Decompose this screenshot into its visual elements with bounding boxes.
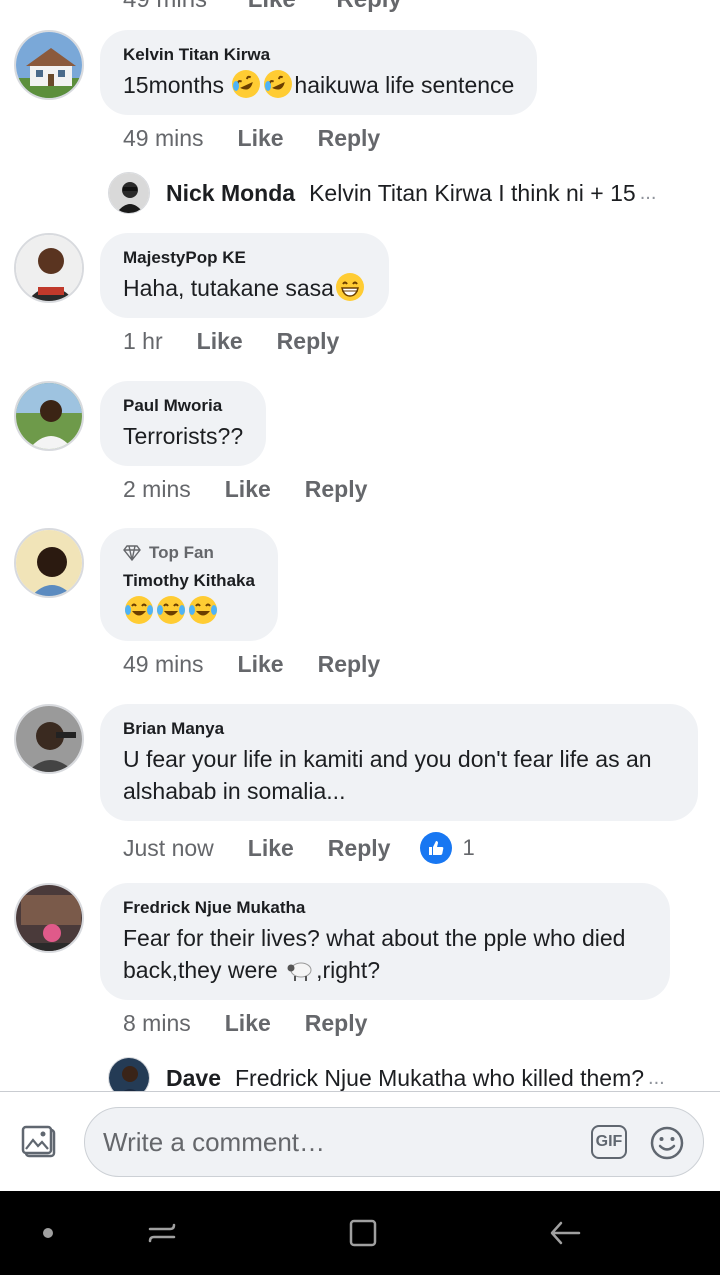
- system-nav-bar: [0, 1191, 720, 1275]
- recent-apps-icon[interactable]: [142, 1213, 182, 1253]
- comment-text: Terrorists??: [123, 423, 244, 449]
- tears-of-joy-emoji-icon: [189, 596, 217, 624]
- comment-bubble[interactable]: Fredrick Njue Mukatha Fear for their liv…: [100, 883, 670, 1000]
- reaction-summary[interactable]: 1: [420, 832, 475, 864]
- comment-text: [123, 595, 255, 627]
- home-icon[interactable]: [343, 1213, 383, 1253]
- comment-author[interactable]: MajestyPop KE: [123, 247, 366, 269]
- avatar[interactable]: [14, 30, 84, 100]
- timestamp: Just now: [123, 834, 214, 861]
- avatar[interactable]: [108, 172, 150, 214]
- reply-link[interactable]: Reply: [318, 125, 381, 152]
- comment-bubble[interactable]: Paul Mworia Terrorists??: [100, 381, 267, 466]
- avatar[interactable]: [14, 233, 84, 303]
- comment-composer: GIF: [0, 1091, 720, 1191]
- reply-text: Fredrick Njue Mukatha who killed them?: [234, 1064, 645, 1091]
- timestamp: 49 mins: [123, 0, 207, 13]
- comment-bubble[interactable]: Top Fan Timothy Kithaka: [100, 528, 278, 641]
- gif-button[interactable]: GIF: [591, 1125, 627, 1159]
- like-link[interactable]: Like: [197, 328, 243, 355]
- reply-ellipsis: ...: [648, 1066, 665, 1089]
- comment-input[interactable]: [103, 1122, 573, 1162]
- comment-text-start: 15months: [123, 72, 231, 98]
- comment-bubble[interactable]: Kelvin Titan Kirwa 15months haikuwa life…: [100, 30, 538, 115]
- avatar[interactable]: [108, 1057, 150, 1092]
- grin-emoji-icon: [335, 273, 364, 301]
- reply-preview[interactable]: Nick Monda Kelvin Titan Kirwa I think ni…: [108, 172, 708, 214]
- diamond-icon: [123, 545, 141, 561]
- timestamp: 1 hr: [123, 328, 163, 354]
- like-link[interactable]: Like: [225, 476, 271, 503]
- avatar[interactable]: [14, 528, 84, 598]
- rolling-laughing-emoji-icon: [264, 70, 293, 98]
- like-link[interactable]: Like: [238, 651, 284, 678]
- timestamp: 8 mins: [123, 1010, 191, 1036]
- timestamp: 49 mins: [123, 125, 204, 151]
- comment-text: Fear for their lives? what about the ppl…: [123, 922, 647, 986]
- avatar[interactable]: [14, 381, 84, 451]
- comment-actions: 8 mins Like Reply: [123, 1010, 367, 1037]
- photo-icon[interactable]: [20, 1122, 60, 1162]
- timestamp: 2 mins: [123, 476, 191, 502]
- comment-actions: 1 hr Like Reply: [123, 328, 339, 355]
- reply-link[interactable]: Reply: [305, 476, 368, 503]
- avatar[interactable]: [14, 883, 84, 953]
- comment-actions: 2 mins Like Reply: [123, 476, 367, 503]
- comment-text: 15months haikuwa life sentence: [123, 69, 514, 101]
- comment-actions: 49 mins Like Reply: [123, 125, 380, 152]
- comment-author[interactable]: Kelvin Titan Kirwa: [123, 44, 514, 66]
- smiley-icon[interactable]: [649, 1125, 685, 1161]
- thumbs-up-icon: [420, 832, 453, 864]
- tears-of-joy-emoji-icon: [157, 596, 185, 624]
- like-link[interactable]: Like: [238, 125, 284, 152]
- comment-text: U fear your life in kamiti and you don't…: [123, 746, 652, 804]
- sheep-emoji-icon: [286, 955, 314, 983]
- reply-link[interactable]: Reply: [328, 835, 391, 862]
- reply-text: Kelvin Titan Kirwa I think ni + 15: [309, 179, 636, 206]
- reply-preview[interactable]: Dave Fredrick Njue Mukatha who killed th…: [108, 1057, 708, 1092]
- like-link[interactable]: Like: [248, 835, 294, 862]
- comment-text-end: haikuwa life sentence: [294, 72, 515, 98]
- comment-author[interactable]: Paul Mworia: [123, 395, 243, 417]
- comment-input-container[interactable]: GIF: [84, 1107, 704, 1177]
- partial-action-row: 49 mins Like Reply: [123, 0, 436, 14]
- tears-of-joy-emoji-icon: [125, 596, 153, 624]
- comment-actions: 49 mins Like Reply: [123, 651, 380, 678]
- reaction-count: 1: [462, 835, 475, 860]
- reply-link[interactable]: Reply: [305, 1010, 368, 1037]
- comment-text-end: ,right?: [316, 957, 381, 983]
- like-link[interactable]: Like: [248, 0, 296, 13]
- comment-author[interactable]: Brian Manya: [123, 718, 675, 740]
- comments-feed[interactable]: 49 mins Like Reply Kelvin Titan Kirwa 15…: [0, 0, 720, 1092]
- comment-bubble[interactable]: Brian Manya U fear your life in kamiti a…: [100, 704, 698, 821]
- back-icon[interactable]: [545, 1213, 585, 1253]
- reply-ellipsis: ...: [639, 181, 657, 204]
- comment-actions: Just now Like Reply 1: [123, 832, 475, 864]
- top-fan-badge: Top Fan: [123, 542, 255, 564]
- avatar[interactable]: [14, 704, 84, 774]
- reply-link[interactable]: Reply: [318, 651, 381, 678]
- timestamp: 49 mins: [123, 651, 204, 677]
- reply-author[interactable]: Dave: [166, 1065, 221, 1092]
- rolling-laughing-emoji-icon: [232, 70, 261, 98]
- comment-text: Haha, tutakane sasa: [123, 272, 366, 304]
- badge-label: Top Fan: [149, 543, 214, 562]
- dot-icon[interactable]: [28, 1213, 68, 1253]
- comment-author[interactable]: Fredrick Njue Mukatha: [123, 897, 647, 919]
- reply-author[interactable]: Nick Monda: [166, 180, 295, 207]
- like-link[interactable]: Like: [225, 1010, 271, 1037]
- comment-author[interactable]: Timothy Kithaka: [123, 570, 255, 592]
- comment-text-start: Haha, tutakane sasa: [123, 275, 334, 301]
- comment-bubble[interactable]: MajestyPop KE Haha, tutakane sasa: [100, 233, 389, 318]
- reply-link[interactable]: Reply: [336, 0, 401, 13]
- reply-link[interactable]: Reply: [277, 328, 340, 355]
